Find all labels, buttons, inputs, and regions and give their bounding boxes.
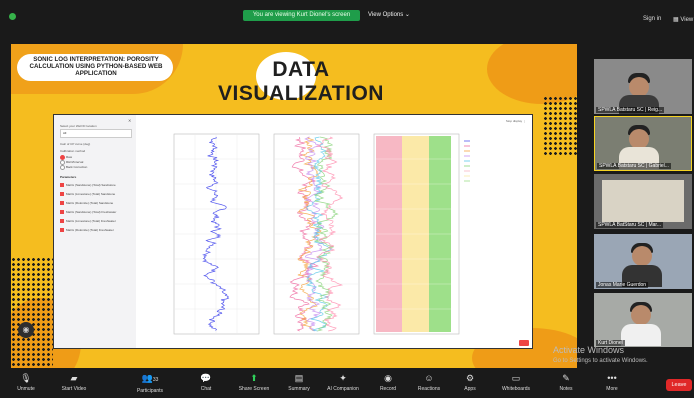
participant-name: SPWLA BatStaru SC | Mar... (596, 222, 663, 228)
control-label: Notes (559, 386, 573, 392)
control-label: Participants (136, 388, 164, 394)
param-checkbox[interactable] (60, 192, 64, 196)
control-label: Start Video (61, 386, 87, 392)
participants-count: 33 (152, 377, 159, 383)
unmute-button[interactable]: 🎙 Unmute (0, 373, 52, 392)
notes-icon: ✎ (562, 373, 570, 383)
control-label: Summary (288, 386, 310, 392)
radio-back[interactable] (60, 165, 65, 170)
more-icon: ••• (607, 373, 617, 383)
participant-name: Kurt Dionel (596, 340, 625, 346)
plot-area (173, 133, 470, 335)
avatar (629, 129, 649, 149)
more-button[interactable]: ••• More (586, 373, 638, 392)
participant-tile[interactable]: Jonas Marie Guerdon (594, 234, 692, 289)
param-label: Matrix (Sandstone) (Total) Sandstone (66, 183, 116, 187)
viewing-screen-banner: You are viewing Kurt Dionel's screen (243, 10, 360, 21)
participant-tile[interactable]: SPWLA BatStaru SC | Mar... (594, 174, 692, 229)
slide-subtitle: SONIC LOG INTERPRETATION: POROSITY CALCU… (29, 56, 163, 77)
view-button[interactable]: ▦ View (673, 16, 693, 23)
participants-button[interactable]: 👥33 Participants (124, 373, 176, 394)
whiteboards-button[interactable]: ▭ Whiteboards (490, 373, 542, 392)
chevron-down-icon: ⌄ (404, 12, 410, 18)
apps-button[interactable]: ⚙ Apps (444, 373, 496, 392)
plot-legend (464, 140, 470, 182)
control-label: Unmute (17, 386, 35, 392)
avatar (631, 305, 651, 325)
view-options-label: View Options (368, 12, 404, 18)
param-checkbox[interactable] (60, 228, 64, 232)
notes-button[interactable]: ✎ Notes (540, 373, 592, 392)
param-checkbox[interactable] (60, 183, 64, 187)
radio-label: RHO/Interval (66, 160, 84, 164)
whiteboard-icon: ▭ (511, 373, 521, 383)
slide-title-line1: DATA (272, 58, 330, 81)
avatar (629, 77, 649, 97)
close-icon[interactable]: ✕ (128, 118, 131, 123)
view-label: View (680, 17, 694, 23)
start-video-button[interactable]: ▰ Start Video (48, 373, 100, 392)
participants-icon: 👥33 (141, 373, 159, 383)
slide-title-line2: VISUALIZATION (218, 82, 384, 105)
microphone-muted-icon: 🎙 (20, 373, 32, 383)
method-label: Calibration method (60, 149, 86, 153)
activate-windows-hint: Go to Settings to activate Windows. (553, 358, 648, 364)
avatar (632, 246, 652, 266)
shared-thumbnail (602, 180, 684, 222)
participant-name: SPWLA Batstaru SC | Reig... (596, 107, 665, 113)
apps-icon: ⚙ (465, 373, 475, 383)
param-checkbox[interactable] (60, 201, 64, 205)
radio-label: Raw (66, 155, 73, 159)
shared-screen: SONIC LOG INTERPRETATION: POROSITY CALCU… (11, 44, 577, 368)
dot-pattern (543, 96, 577, 156)
top-bar: You are viewing Kurt Dionel's screen Vie… (0, 0, 694, 44)
web-app-window: ✕ Select your Well ID location All Calc … (53, 114, 533, 349)
view-options-button[interactable]: View Options ⌄ (368, 10, 410, 21)
param-label: Matrix (Dolomite) (Total) Sandstone (66, 201, 114, 205)
param-label: Matrix (Limestone) (Total) Sandstone (66, 192, 116, 196)
control-label: Whiteboards (501, 386, 531, 392)
sign-in-link[interactable]: Sign in (643, 16, 661, 22)
security-shield-icon[interactable] (9, 13, 16, 20)
participant-tile[interactable]: Kurt Dionel (594, 293, 692, 347)
participant-tile-active[interactable]: SPWLA Batstaru SC | Gabriel... (594, 116, 692, 171)
control-label: Share Screen (238, 386, 270, 392)
control-label: Apps (464, 386, 476, 392)
param-checkbox[interactable] (60, 219, 64, 223)
control-label: AI Companion (327, 386, 359, 392)
param-checkbox[interactable] (60, 210, 64, 214)
slide-title: DATA VISUALIZATION (201, 58, 401, 106)
camera-icon[interactable]: ◉ (18, 322, 34, 338)
chat-icon: 💬 (200, 373, 212, 383)
well-select[interactable]: All (60, 129, 132, 138)
grid-icon: ▦ (673, 17, 679, 23)
leave-button[interactable]: Leave (666, 379, 692, 391)
control-label: Record (379, 386, 397, 392)
participant-name: Jonas Marie Guerdon (596, 282, 649, 288)
participant-tile[interactable]: SPWLA Batstaru SC | Reig... (594, 59, 692, 114)
video-off-icon: ▰ (70, 373, 78, 383)
toolbar-label: Stop display (505, 119, 523, 123)
well-select-label: Select your Well ID location (60, 124, 97, 128)
control-label: Chat (200, 386, 212, 392)
well-select-value: All (63, 131, 67, 135)
chat-button[interactable]: 💬 Chat (180, 373, 232, 392)
app-toolbar[interactable]: Stop display ⋮ (506, 119, 526, 123)
app-sidebar: ✕ Select your Well ID location All Calc … (54, 115, 136, 348)
control-label: More (606, 386, 618, 392)
decorative-blob (487, 44, 577, 104)
dot-pattern (11, 257, 53, 368)
participant-name: SPWLA Batstaru SC | Gabriel... (597, 163, 671, 169)
radio-label: Back Correction (66, 165, 88, 169)
param-label: Matrix (Sandstone) (Total) Freshwater (66, 210, 117, 214)
range-label: Calc of CP curve (deg) (60, 142, 91, 146)
meeting-controls: 🎙 Unmute ▰ Start Video 👥33 Participants 💬 Ch… (0, 370, 694, 398)
control-label: Reactions (417, 386, 441, 392)
parameters-label: Parameters (60, 175, 77, 179)
param-label: Matrix (Dolomite) (Total) Freshwater (66, 228, 114, 232)
param-label: Matrix (Limestone) (Total) Freshwater (66, 219, 116, 223)
stop-share-button[interactable] (519, 340, 529, 346)
avatar (621, 324, 661, 346)
